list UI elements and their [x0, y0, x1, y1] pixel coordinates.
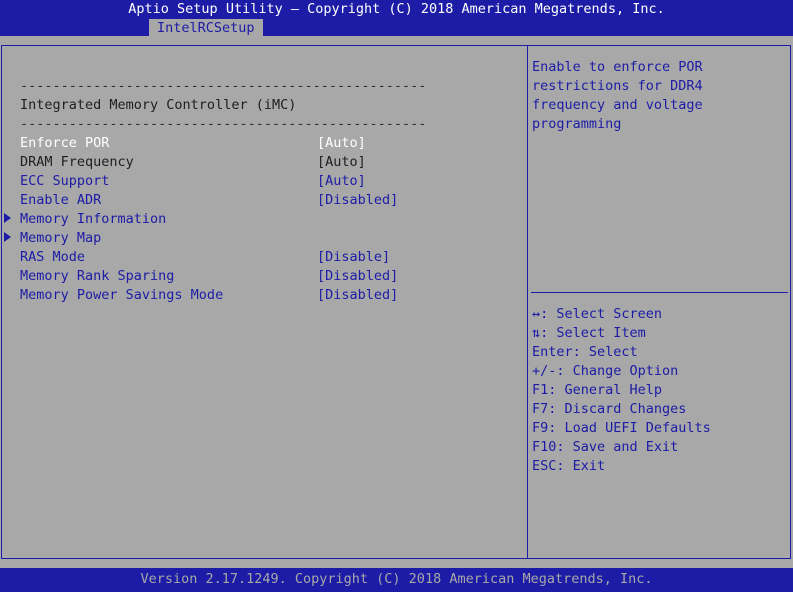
setting-value[interactable]: [Disabled] [317, 267, 398, 286]
tab-intelrcsetup[interactable]: IntelRCSetup [149, 19, 263, 37]
key-hint-save-exit: F10: Save and Exit [532, 439, 679, 455]
key-hint-load-defaults: F9: Load UEFI Defaults [532, 420, 711, 436]
setting-label: Memory Power Savings Mode [20, 287, 224, 303]
key-hint-select-item: ⇅: Select Item [532, 325, 646, 341]
setting-value[interactable]: [Disabled] [317, 286, 398, 305]
setting-value[interactable]: [Auto] [317, 172, 366, 191]
setting-label: Enable ADR [20, 192, 102, 208]
key-hint-discard-changes: F7: Discard Changes [532, 401, 687, 417]
setting-value[interactable]: [Auto] [317, 153, 366, 172]
submenu-label: Memory Information [20, 211, 167, 227]
panel-divider [527, 46, 528, 559]
section-heading: Integrated Memory Controller (iMC) [20, 97, 297, 113]
setting-label: RAS Mode [20, 249, 86, 265]
help-divider [531, 292, 788, 293]
setting-label: ECC Support [20, 173, 110, 189]
help-description-line: frequency and voltage [532, 97, 703, 113]
setting-label: Enforce POR [20, 135, 110, 151]
help-description-line: restrictions for DDR4 [532, 78, 703, 94]
key-hint-general-help: F1: General Help [532, 382, 663, 398]
setting-value[interactable]: [Disabled] [317, 191, 398, 210]
submenu-arrow-icon [4, 213, 11, 223]
key-hint-select-screen: ↔: Select Screen [532, 306, 663, 322]
separator-bottom: ----------------------------------------… [20, 116, 427, 132]
setting-label: DRAM Frequency [20, 154, 134, 170]
footer-text: Version 2.17.1249. Copyright (C) 2018 Am… [140, 571, 653, 587]
setting-label: Memory Rank Sparing [20, 268, 175, 284]
submenu-label: Memory Map [20, 230, 102, 246]
separator-top: ----------------------------------------… [20, 78, 427, 94]
help-description-line: Enable to enforce POR [532, 59, 703, 75]
setting-value[interactable]: [Disable] [317, 248, 390, 267]
app-title: Aptio Setup Utility – Copyright (C) 2018… [128, 1, 665, 17]
key-hint-exit: ESC: Exit [532, 458, 606, 474]
key-hint-enter: Enter: Select [532, 344, 638, 360]
setting-value[interactable]: [Auto] [317, 134, 366, 153]
submenu-arrow-icon [4, 232, 11, 242]
key-hint-change-option: +/-: Change Option [532, 363, 679, 379]
help-description-line: programming [532, 116, 622, 132]
